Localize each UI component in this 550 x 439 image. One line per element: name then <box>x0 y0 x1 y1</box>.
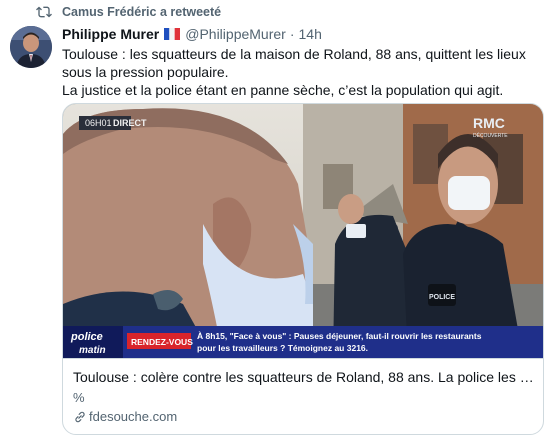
ticker-line-2: pour les travailleurs ? Témoignez au 321… <box>197 343 368 353</box>
rendez-vous-label: RENDEZ-VOUS <box>131 337 193 347</box>
retweet-label: Camus Frédéric a retweeté <box>62 5 222 19</box>
retweet-icon <box>36 4 52 20</box>
link-card[interactable]: POLICE 06H01 DIRECT RMC DÉCOUVERTE polic… <box>62 103 544 435</box>
tweet-time[interactable]: 14h <box>299 26 322 42</box>
card-description: % <box>73 390 85 405</box>
author-handle[interactable]: @PhilippeMurer <box>185 26 286 42</box>
show-logo-line-2: matin <box>79 345 106 356</box>
svg-text:POLICE: POLICE <box>429 294 455 301</box>
tweet-text-line-2: La justice et la police étant en panne s… <box>62 82 504 98</box>
ticker-line-1: À 8h15, "Face à vous" : Pauses déjeuner,… <box>197 331 482 341</box>
tweet-header: Philippe Murer @PhilippeMurer · 14h <box>62 24 322 44</box>
tweet-text-line-1: Toulouse : les squatteurs de la maison d… <box>62 46 526 80</box>
card-domain-text: fdesouche.com <box>89 409 178 424</box>
card-domain: fdesouche.com <box>73 409 177 424</box>
card-image[interactable]: POLICE 06H01 DIRECT RMC DÉCOUVERTE polic… <box>63 104 543 358</box>
channel-logo: RMC <box>473 115 505 131</box>
avatar[interactable] <box>10 26 52 68</box>
author-name[interactable]: Philippe Murer <box>62 26 159 42</box>
channel-logo-sub: DÉCOUVERTE <box>473 132 508 139</box>
card-body[interactable]: Toulouse : colère contre les squatteurs … <box>63 358 543 434</box>
header-separator: · <box>289 26 295 42</box>
link-icon <box>73 410 87 424</box>
tweet-text: Toulouse : les squatteurs de la maison d… <box>62 45 542 99</box>
card-title: Toulouse : colère contre les squatteurs … <box>73 369 535 385</box>
france-flag-icon <box>164 28 181 40</box>
overlay-time: 06H01 <box>85 118 112 128</box>
retweet-indicator[interactable]: Camus Frédéric a retweeté <box>36 4 221 20</box>
show-logo-line-1: police <box>70 331 103 343</box>
overlay-live: DIRECT <box>113 118 147 128</box>
